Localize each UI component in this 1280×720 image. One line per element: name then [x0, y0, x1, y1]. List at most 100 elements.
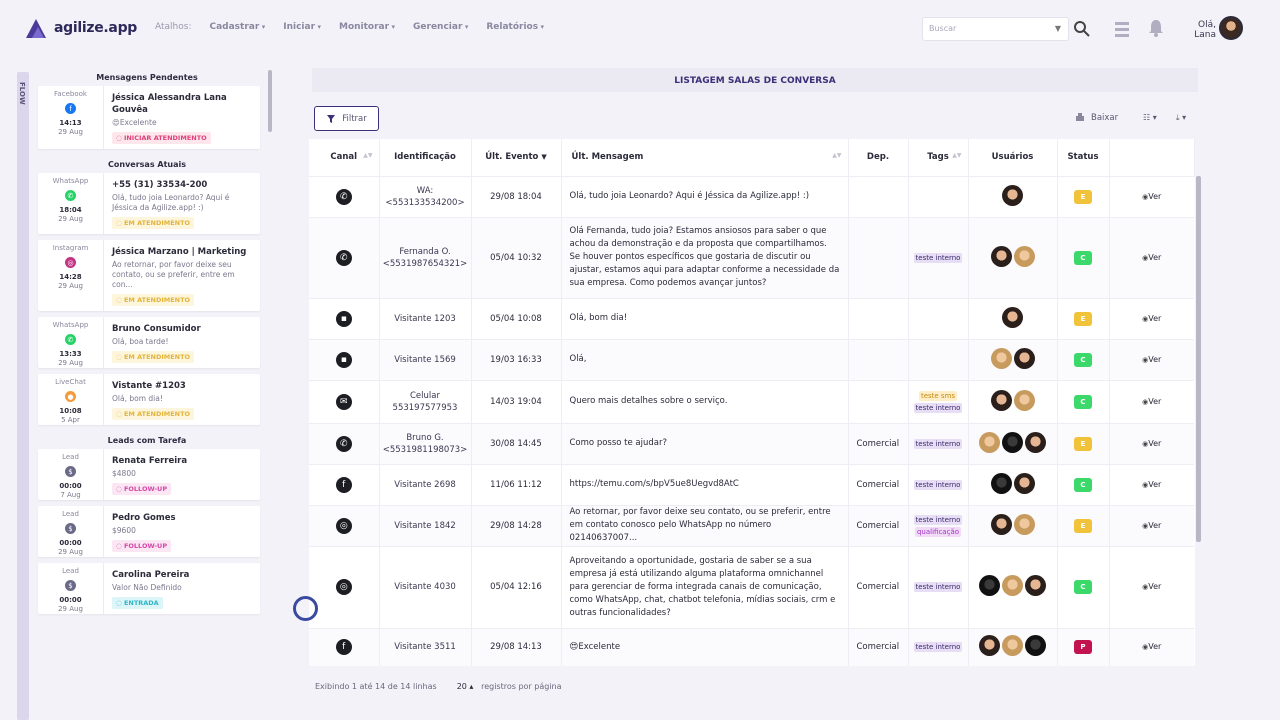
cell-users — [968, 338, 1058, 380]
card-date: 29 Aug — [58, 359, 83, 367]
chevron-down-icon[interactable]: ▼ — [1055, 24, 1061, 33]
col-identificacao[interactable]: Identificação — [379, 139, 472, 176]
list-icon[interactable] — [1114, 20, 1130, 38]
search-input[interactable]: Buscar ▼ — [922, 17, 1069, 41]
cell-channel: f — [309, 463, 380, 505]
status-badge[interactable]: ◌ INICIAR ATENDIMENTO — [112, 132, 211, 144]
cell-message: Como posso te ajudar? — [561, 422, 849, 464]
table-row[interactable]: ◎ Visitante 4030 05/04 12:16 Aproveitand… — [309, 545, 1194, 628]
view-button[interactable]: Ver — [1142, 253, 1161, 262]
table-row[interactable]: ✆ Bruno G. <5531981198073> 30/08 14:45 C… — [309, 422, 1194, 464]
status-badge[interactable]: ◌ FOLLOW-UP — [112, 483, 172, 495]
cell-action: Ver — [1109, 379, 1194, 423]
user-greeting: Olá, Lana — [1186, 20, 1216, 40]
card-date: 29 Aug — [58, 215, 83, 223]
card-message: Valor Não Definido — [112, 583, 182, 592]
card-name: Jéssica Alessandra Lana Gouvêa — [112, 93, 227, 115]
status-badge[interactable]: ◌ ENTRADA — [112, 597, 163, 609]
pagination-info: Exibindo 1 até 14 de 14 linhas — [315, 682, 437, 691]
status-badge[interactable]: ◌ FOLLOW-UP — [112, 540, 172, 552]
col-usuarios[interactable]: Usuários — [968, 139, 1058, 176]
nav-relatorios[interactable]: Relatórios — [486, 22, 544, 32]
conversation-card[interactable]: Lead $ 00:00 29 Aug Carolina Pereira Val… — [38, 563, 260, 614]
download-button[interactable]: Baixar — [1075, 113, 1118, 123]
cell-dep — [848, 379, 909, 423]
cell-users — [968, 627, 1058, 666]
status-badge[interactable]: ◌ EM ATENDIMENTO — [112, 217, 195, 229]
whatsapp-icon: ✆ — [65, 334, 76, 345]
conversation-card[interactable]: Lead $ 00:00 7 Aug Renata Ferreira $4800… — [38, 449, 260, 500]
conversation-card[interactable]: LiveChat ● 10:08 5 Apr Vistante #1203 Ol… — [38, 374, 260, 425]
cell-event: 19/03 16:33 — [471, 338, 562, 380]
page-size-select[interactable]: 20 ▴ — [457, 682, 474, 691]
conversation-card[interactable]: Instagram ◎ 14:28 29 Aug Jéssica Marzano… — [38, 240, 260, 311]
status-badge[interactable]: ◌ EM ATENDIMENTO — [112, 351, 195, 363]
table-row[interactable]: ▪ Visitante 1569 19/03 16:33 Olá, C Ver — [309, 338, 1194, 380]
tag-badge: teste interno — [913, 514, 963, 525]
avatar — [990, 513, 1012, 535]
cell-event: 29/08 14:28 — [471, 504, 562, 546]
cell-event: 05/04 10:08 — [471, 297, 562, 339]
nav-gerenciar[interactable]: Gerenciar — [413, 22, 468, 32]
card-name: Pedro Gomes — [112, 513, 176, 523]
view-button[interactable]: Ver — [1142, 355, 1161, 364]
avatar — [1025, 431, 1046, 453]
view-button[interactable]: Ver — [1142, 439, 1161, 448]
search-icon[interactable] — [1073, 20, 1091, 38]
col-dep[interactable]: Dep. — [848, 139, 909, 176]
col-ult-mensagem[interactable]: Últ. Mensagem ▲▼ — [561, 139, 849, 176]
brand-logo[interactable]: agilize.app — [24, 16, 137, 40]
table-row[interactable]: ✉ Celular 553197577953 14/03 19:04 Quero… — [309, 379, 1194, 423]
cell-event: 11/06 11:12 — [471, 463, 562, 505]
sidebar-scrollbar[interactable] — [268, 70, 272, 132]
conversation-card[interactable]: WhatsApp ✆ 13:33 29 Aug Bruno Consumidor… — [38, 317, 260, 368]
export-icon[interactable]: ⤓ ▾ — [1176, 113, 1186, 123]
user-avatar[interactable] — [1219, 16, 1243, 40]
view-button[interactable]: Ver — [1142, 480, 1161, 489]
cell-users — [968, 297, 1058, 339]
nav-iniciar[interactable]: Iniciar — [283, 22, 321, 32]
columns-toggle-icon[interactable]: ☷ ▾ — [1143, 113, 1157, 122]
nav-cadastrar[interactable]: Cadastrar — [209, 22, 265, 32]
status-badge[interactable]: ◌ EM ATENDIMENTO — [112, 408, 195, 420]
cell-status: E — [1057, 504, 1110, 546]
cell-users — [968, 422, 1058, 464]
page-title: LISTAGEM SALAS DE CONVERSA — [312, 68, 1198, 92]
view-button[interactable]: Ver — [1142, 642, 1161, 651]
cell-dep — [848, 297, 909, 339]
view-button[interactable]: Ver — [1142, 521, 1161, 530]
table-row[interactable]: ◎ Visitante 1842 29/08 14:28 Ao retornar… — [309, 504, 1194, 546]
conversation-card[interactable]: Facebook f 14:13 29 Aug Jéssica Alessand… — [38, 86, 260, 149]
table-row[interactable]: ▪ Visitante 1203 05/04 10:08 Olá, bom di… — [309, 297, 1194, 339]
col-canal[interactable]: Canal ▲▼ — [309, 139, 380, 176]
instagram-icon: ◎ — [335, 517, 352, 534]
cell-message: Ao retornar, por favor deixe seu contato… — [561, 504, 849, 546]
view-button[interactable]: Ver — [1142, 192, 1161, 201]
table-row[interactable]: f Visitante 3511 29/08 14:13 😍Excelente … — [309, 627, 1194, 666]
flow-tab[interactable]: FLOW — [17, 72, 29, 720]
conversation-card[interactable]: Lead $ 00:00 29 Aug Pedro Gomes $9600 ◌ … — [38, 506, 260, 557]
col-status[interactable]: Status — [1057, 139, 1110, 176]
table-row[interactable]: ✆ WA: <553133534200> 29/08 18:04 Olá, tu… — [309, 175, 1194, 217]
cell-channel: ✆ — [309, 422, 380, 464]
view-button[interactable]: Ver — [1142, 582, 1161, 591]
card-content: Jéssica Marzano | Marketing Ao retornar,… — [104, 240, 260, 311]
conversation-card[interactable]: WhatsApp ✆ 18:04 29 Aug +55 (31) 33534-2… — [38, 173, 260, 234]
col-ult-evento[interactable]: Últ. Evento ▼ — [471, 139, 562, 176]
table-row[interactable]: ✆ Fernanda O. <5531987654321> 05/04 10:3… — [309, 216, 1194, 298]
bell-icon[interactable] — [1148, 19, 1164, 37]
current-section-title: Conversas Atuais — [108, 160, 186, 169]
view-button[interactable]: Ver — [1142, 314, 1161, 323]
cell-event: 05/04 12:16 — [471, 545, 562, 628]
card-meta: Lead $ 00:00 29 Aug — [38, 563, 104, 614]
pending-section-title: Mensagens Pendentes — [96, 73, 198, 82]
view-button[interactable]: Ver — [1142, 397, 1161, 406]
table-scrollbar[interactable] — [1196, 176, 1201, 542]
col-tags[interactable]: Tags ▲▼ — [908, 139, 969, 176]
nav-monitorar[interactable]: Monitorar — [339, 22, 395, 32]
status-badge[interactable]: ◌ EM ATENDIMENTO — [112, 294, 195, 306]
card-meta: Facebook f 14:13 29 Aug — [38, 86, 104, 149]
pending-list: Facebook f 14:13 29 Aug Jéssica Alessand… — [34, 86, 274, 149]
table-row[interactable]: f Visitante 2698 11/06 11:12 https://tem… — [309, 463, 1194, 505]
filter-button[interactable]: Filtrar — [314, 106, 379, 131]
